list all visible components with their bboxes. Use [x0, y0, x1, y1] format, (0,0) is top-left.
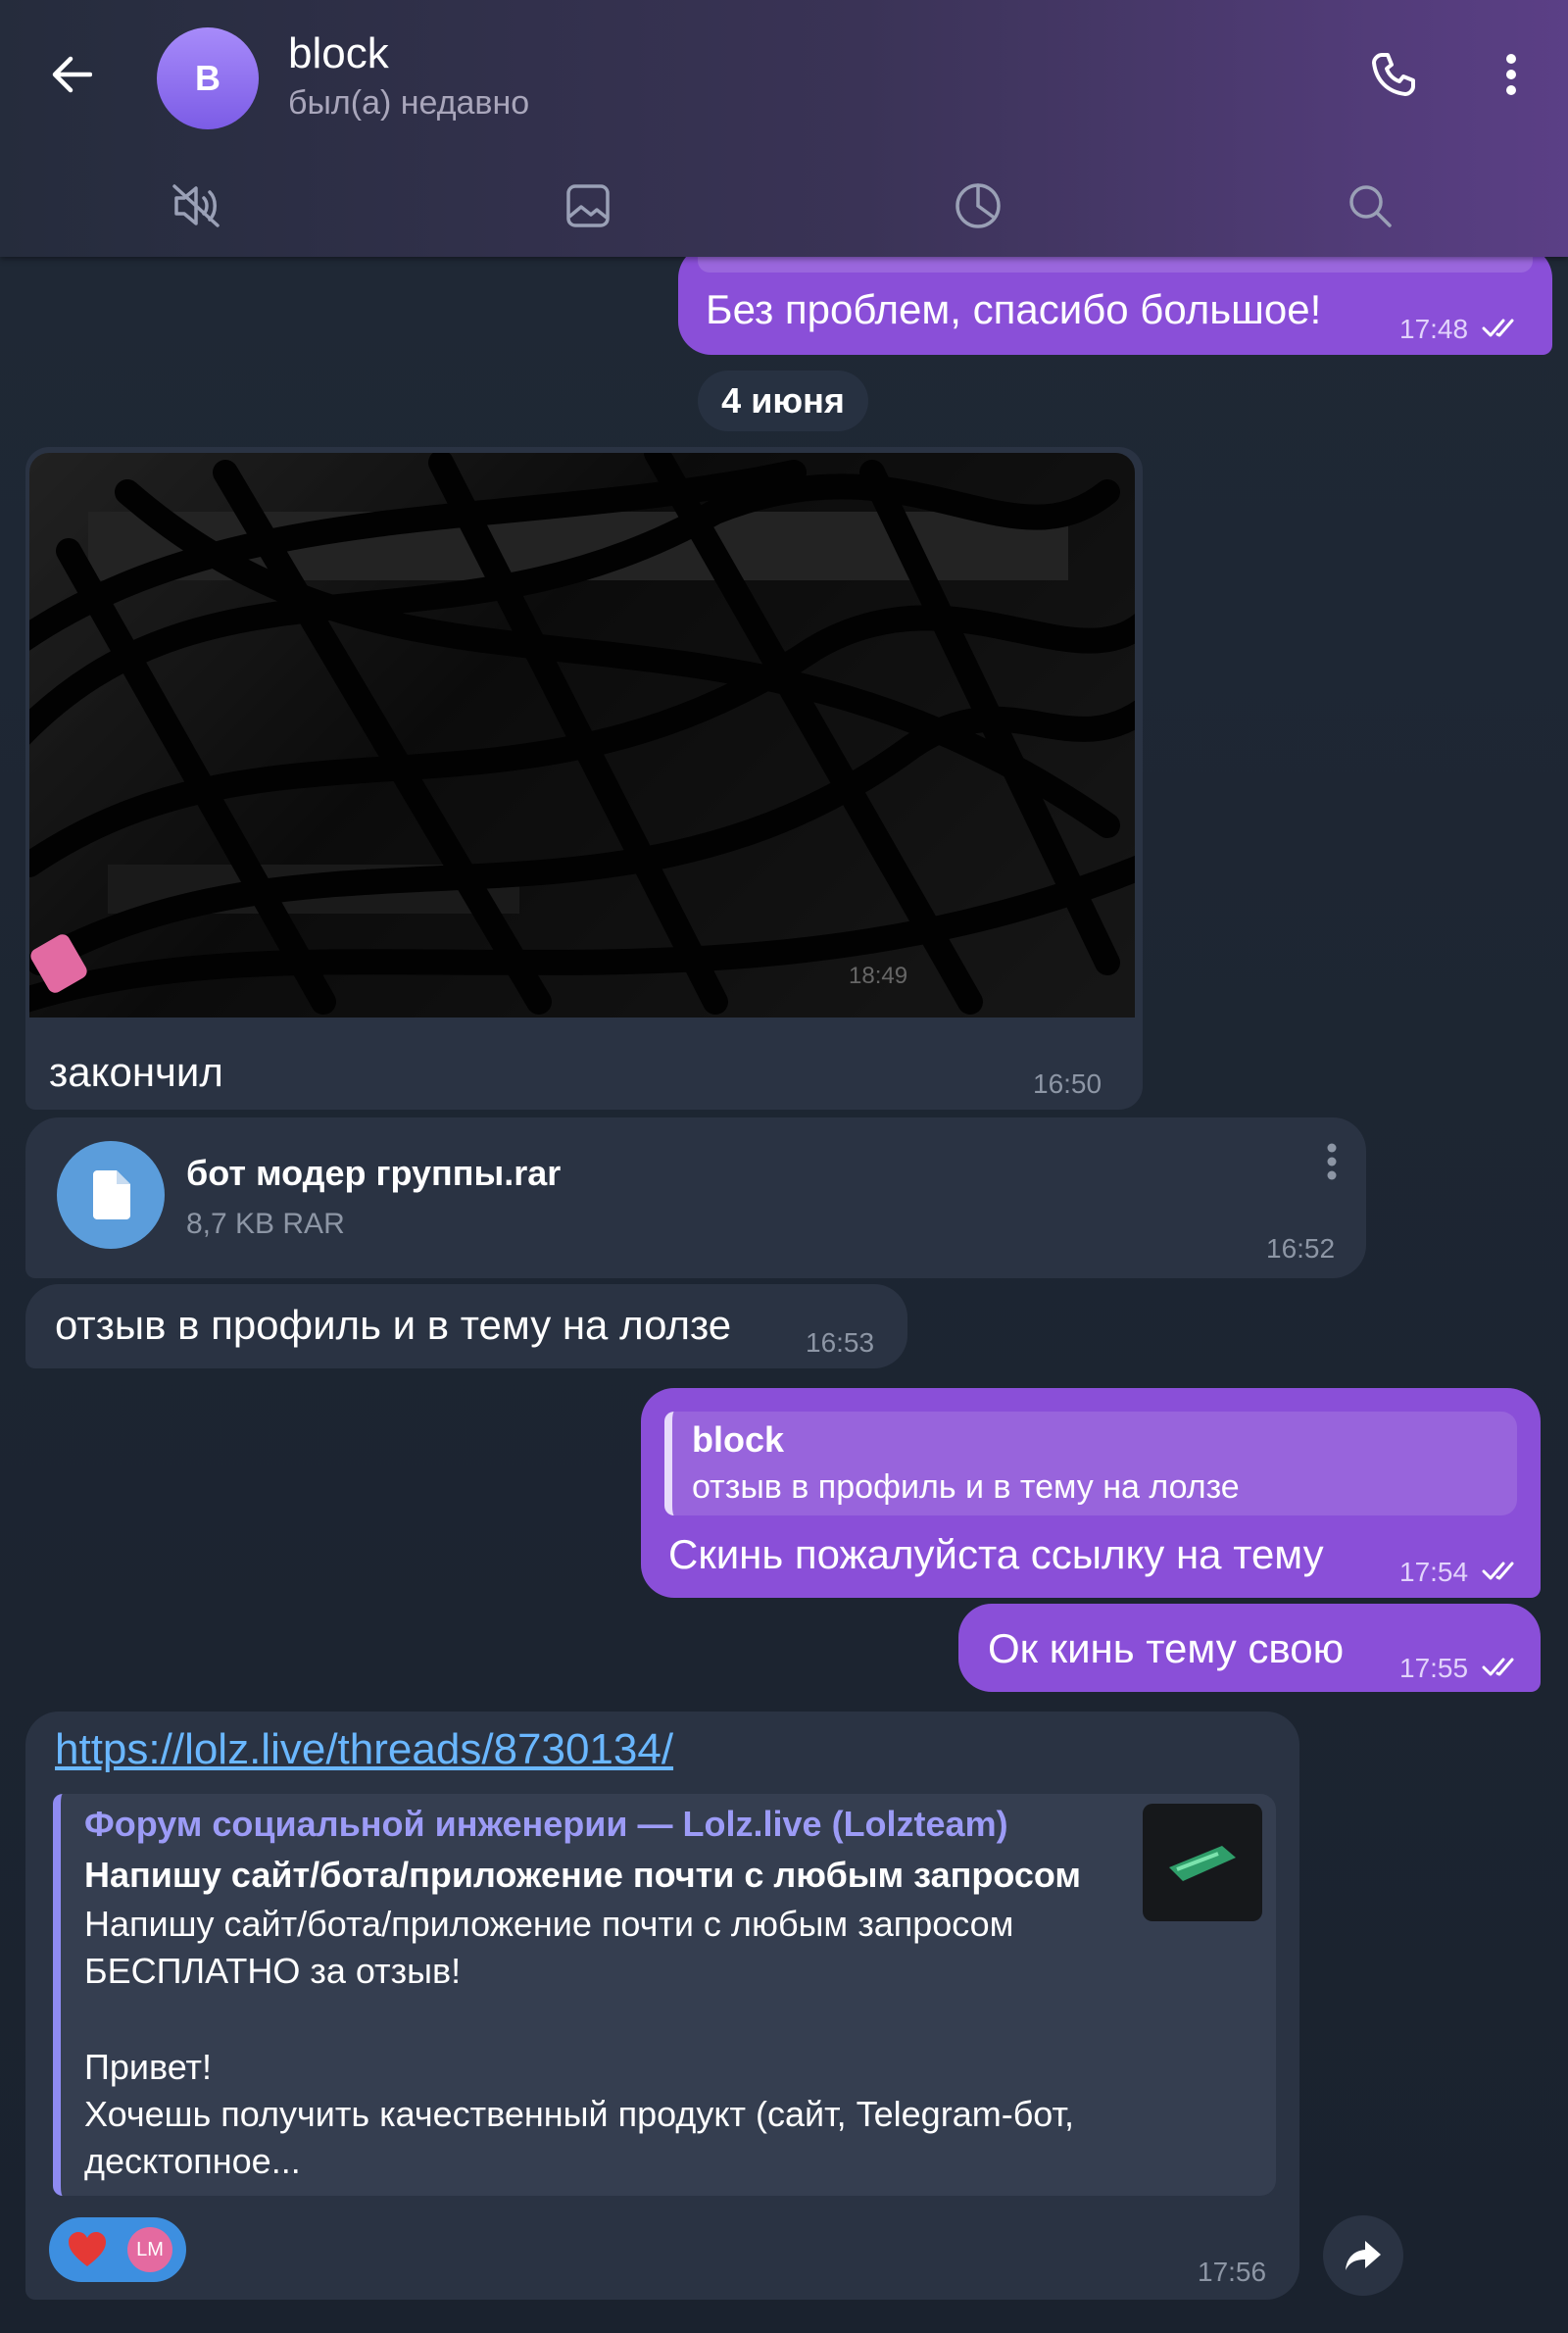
preview-title: Напишу сайт/бота/приложение почти с любы…: [84, 1855, 1082, 1895]
preview-description-line: Привет!: [84, 2047, 213, 2087]
back-arrow-icon: [52, 56, 92, 93]
file-size: 8,7 KB RAR: [186, 1208, 345, 1240]
muted-speaker-icon: [172, 184, 220, 227]
read-ticks-icon: [1482, 1562, 1514, 1580]
read-ticks-icon: [1482, 1658, 1514, 1676]
forward-button[interactable]: [1323, 2215, 1403, 2296]
reply-text: отзыв в профиль и в тему на лолзе: [692, 1468, 1240, 1506]
message-text: Ок кинь тему свою: [988, 1625, 1345, 1671]
message-time: 17:56: [1198, 2257, 1267, 2287]
more-vert-icon: [1327, 1143, 1337, 1180]
reply-quote[interactable]: block отзыв в профиль и в тему на лолзе: [664, 1412, 1517, 1515]
tab-media[interactable]: [549, 167, 627, 245]
search-icon: [1349, 185, 1392, 227]
message-time: 17:55: [1399, 1653, 1469, 1683]
message-text: Скинь пожалуйста ссылку на тему: [668, 1531, 1324, 1577]
preview-site-name: Форум социальной инженерии — Lolz.live (…: [84, 1804, 1008, 1844]
message-text: отзыв в профиль и в тему на лолзе: [55, 1302, 732, 1348]
image-icon: [566, 184, 610, 227]
date-separator: 4 июня: [698, 371, 868, 431]
lolz-logo-image: [1169, 1846, 1236, 1881]
chat-title[interactable]: block: [288, 29, 389, 78]
call-button[interactable]: [1362, 43, 1425, 106]
read-ticks-icon: [1482, 319, 1514, 337]
preview-description-line: Хочешь получить качественный продукт (са…: [84, 2094, 1075, 2134]
preview-thumbnail[interactable]: [1143, 1804, 1262, 1921]
link-preview[interactable]: Форум социальной инженерии — Lolz.live (…: [53, 1794, 1276, 2196]
preview-description-line: Напишу сайт/бота/приложение почти с любы…: [84, 1904, 1014, 1944]
message-time: 16:53: [806, 1327, 875, 1358]
more-vert-icon: [1506, 54, 1516, 95]
preview-description-line: БЕСПЛАТНО за отзыв!: [84, 1951, 462, 1991]
back-button[interactable]: [39, 43, 102, 106]
last-seen-status: был(а) недавно: [288, 84, 530, 122]
scribbled-photo: [29, 453, 1135, 1018]
message-link[interactable]: https://lolz.live/threads/8730134/: [55, 1725, 673, 1774]
document-icon: [93, 1170, 130, 1219]
message-time: 16:50: [1033, 1068, 1102, 1099]
reply-author: block: [692, 1419, 785, 1460]
outgoing-message[interactable]: Ок кинь тему свою 17:55: [958, 1604, 1541, 1692]
reaction-badge[interactable]: LM: [49, 2217, 186, 2282]
file-download-button[interactable]: [57, 1141, 165, 1249]
file-name: бот модер группы.rar: [186, 1153, 562, 1193]
preview-description-line: десктопное...: [84, 2141, 301, 2181]
phone-icon: [1372, 53, 1415, 96]
message-text: Без проблем, спасибо большое!: [706, 286, 1322, 332]
more-button[interactable]: [1480, 43, 1543, 106]
tab-mute[interactable]: [157, 167, 235, 245]
outgoing-message[interactable]: Без проблем, спасибо большое! 17:48: [678, 245, 1552, 355]
message-time: 17:48: [1399, 314, 1469, 344]
reactor-avatar: LM: [127, 2227, 172, 2272]
share-arrow-icon: [1346, 2241, 1381, 2270]
tab-timer[interactable]: [939, 167, 1017, 245]
file-menu-button[interactable]: [1325, 1141, 1339, 1190]
heart-icon: [69, 2232, 106, 2266]
photo-caption: закончил: [49, 1049, 223, 1095]
shared-media-tabs: [0, 167, 1568, 245]
chat-header: B block был(а) недавно: [0, 0, 1568, 257]
incoming-file-message[interactable]: [25, 1117, 1366, 1278]
message-time: 17:54: [1399, 1557, 1469, 1587]
avatar[interactable]: B: [157, 27, 259, 129]
photo-overlay-time: 18:49: [849, 963, 908, 989]
tab-search[interactable]: [1331, 167, 1409, 245]
message-time: 16:52: [1266, 1233, 1336, 1264]
incoming-message[interactable]: отзыв в профиль и в тему на лолзе 16:53: [25, 1284, 907, 1368]
photo-attachment[interactable]: [29, 453, 1135, 1018]
clock-icon: [956, 183, 1001, 228]
